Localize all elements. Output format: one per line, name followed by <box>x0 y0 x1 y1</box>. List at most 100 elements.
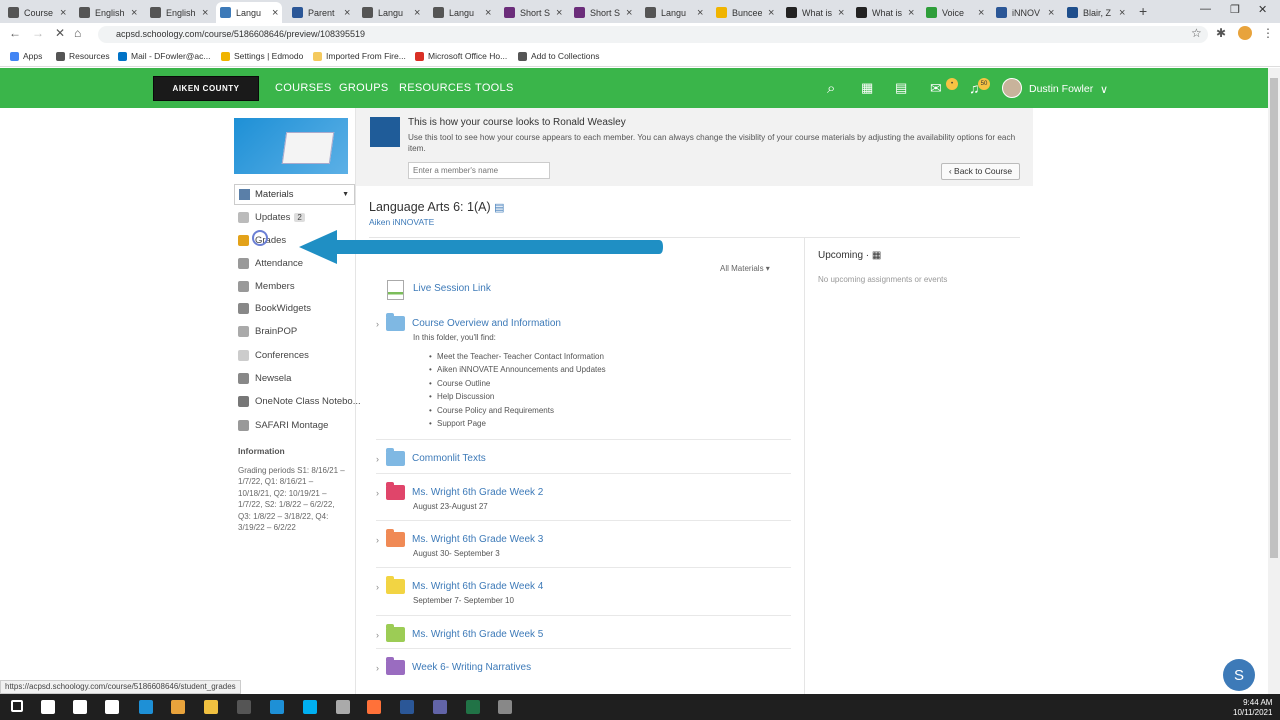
home-icon[interactable]: ⌂ <box>74 26 81 40</box>
stop-loading-icon[interactable]: ✕ <box>55 26 65 40</box>
tab-close-icon[interactable]: × <box>272 7 278 19</box>
material-folder[interactable]: › Commonlit Texts <box>376 448 486 466</box>
expand-chevron-icon[interactable]: › <box>376 454 386 464</box>
sidebar-item-members[interactable]: Members <box>238 279 295 293</box>
start-icon[interactable] <box>11 700 23 712</box>
minimize-icon[interactable]: — <box>1200 3 1211 15</box>
browser-tab[interactable]: Langu × <box>429 2 495 23</box>
messages-icon[interactable]: ✉ <box>930 80 942 97</box>
material-title[interactable]: Ms. Wright 6th Grade Week 2 <box>412 487 543 498</box>
material-title[interactable]: Ms. Wright 6th Grade Week 4 <box>412 581 543 592</box>
expand-chevron-icon[interactable]: › <box>376 535 386 545</box>
browser-tab[interactable]: Short S × <box>570 2 636 23</box>
user-avatar[interactable] <box>1002 78 1022 98</box>
browser-tab[interactable]: What is × <box>782 2 848 23</box>
mail-app-icon[interactable] <box>270 700 284 714</box>
tab-close-icon[interactable]: × <box>1119 7 1125 19</box>
bookmark-apps[interactable]: Apps <box>10 51 42 61</box>
browser-tab[interactable]: Parent × <box>288 2 354 23</box>
word-icon[interactable] <box>400 700 414 714</box>
material-title[interactable]: Commonlit Texts <box>412 453 486 464</box>
profile-avatar[interactable] <box>1238 26 1252 40</box>
search-icon[interactable]: ⌕ <box>827 80 835 97</box>
bookmark-microsoft-office[interactable]: Microsoft Office Ho... <box>415 51 507 61</box>
expand-chevron-icon[interactable]: › <box>376 663 386 673</box>
tab-close-icon[interactable]: × <box>344 7 350 19</box>
all-materials-filter[interactable]: All Materials ▾ <box>720 264 770 273</box>
nav-tools[interactable]: TOOLS <box>475 82 514 94</box>
browser-tab[interactable]: iNNOV × <box>992 2 1058 23</box>
sidebar-item-safari-montage[interactable]: SAFARI Montage <box>238 418 328 432</box>
url-field[interactable]: acpsd.schoology.com/course/5186608646/pr… <box>98 26 1208 43</box>
back-icon[interactable]: ← <box>9 26 21 40</box>
material-folder[interactable]: › Ms. Wright 6th Grade Week 4 <box>376 576 543 594</box>
materials-selector[interactable]: Materials ▼ <box>234 184 355 205</box>
skype-icon[interactable] <box>303 700 317 714</box>
sidebar-item-brainpop[interactable]: BrainPOP <box>238 324 297 338</box>
bookmark-star-icon[interactable]: ☆ <box>1191 26 1202 40</box>
bookmark-add-to-collections[interactable]: Add to Collections <box>518 51 600 61</box>
browser-tab[interactable]: Langu × <box>216 2 283 23</box>
user-menu-chevron-icon[interactable]: ∨ <box>1100 83 1108 96</box>
cortana-icon[interactable] <box>73 700 87 714</box>
obs-icon[interactable] <box>498 700 512 714</box>
member-name-input[interactable] <box>408 162 550 179</box>
chat-button[interactable]: S <box>1223 659 1255 691</box>
material-folder[interactable]: › Ms. Wright 6th Grade Week 3 <box>376 529 543 547</box>
sidebar-item-updates[interactable]: Updates 2 <box>238 210 305 224</box>
tab-close-icon[interactable]: × <box>626 7 632 19</box>
bookmark-resources[interactable]: Resources <box>56 51 110 61</box>
browser-tab[interactable]: Langu × <box>641 2 707 23</box>
nav-groups[interactable]: GROUPS <box>339 82 388 94</box>
system-clock[interactable]: 9:44 AM 10/11/2021 <box>1233 698 1272 718</box>
expand-chevron-icon[interactable]: › <box>376 319 386 329</box>
browser-tab[interactable]: What is × <box>852 2 918 23</box>
tab-close-icon[interactable]: × <box>697 7 703 19</box>
sidebar-item-onenote[interactable]: OneNote Class Notebo... <box>238 394 361 408</box>
tab-close-icon[interactable]: × <box>414 7 420 19</box>
bookmark-settings-edmodo[interactable]: Settings | Edmodo <box>221 51 303 61</box>
expand-chevron-icon[interactable]: › <box>376 582 386 592</box>
tab-close-icon[interactable]: × <box>978 7 984 19</box>
tab-close-icon[interactable]: × <box>485 7 491 19</box>
browser-tab[interactable]: Langu × <box>358 2 424 23</box>
calendar-small-icon[interactable]: ▦ <box>872 250 881 261</box>
teams-icon[interactable] <box>433 700 447 714</box>
course-subtitle[interactable]: Aiken iNNOVATE <box>369 217 434 227</box>
firefox-icon[interactable] <box>367 700 381 714</box>
browser-tab[interactable]: English × <box>75 2 141 23</box>
nav-resources[interactable]: RESOURCES <box>399 82 471 94</box>
expand-chevron-icon[interactable]: › <box>376 630 386 640</box>
tab-close-icon[interactable]: × <box>838 7 844 19</box>
calendar-icon[interactable]: ▤ <box>895 80 907 96</box>
sidebar-item-bookwidgets[interactable]: BookWidgets <box>238 301 311 315</box>
app-icon[interactable] <box>336 700 350 714</box>
tab-close-icon[interactable]: × <box>908 7 914 19</box>
browser-tab[interactable]: Blair, Z × <box>1063 2 1129 23</box>
sidebar-item-attendance[interactable]: Attendance <box>238 256 303 270</box>
browser-tab[interactable]: Course × <box>4 2 70 23</box>
browser-tab[interactable]: Buncee × <box>712 2 778 23</box>
browser-tab[interactable]: Short S × <box>500 2 566 23</box>
material-folder[interactable]: › Ms. Wright 6th Grade Week 5 <box>376 624 543 642</box>
search-icon[interactable] <box>41 700 55 714</box>
material-title[interactable]: Course Overview and Information <box>412 318 561 329</box>
tab-close-icon[interactable]: × <box>556 7 562 19</box>
material-folder[interactable]: › Ms. Wright 6th Grade Week 2 <box>376 482 543 500</box>
material-folder[interactable]: › Week 6- Writing Narratives <box>376 657 531 675</box>
material-title[interactable]: Week 6- Writing Narratives <box>412 662 531 673</box>
forward-icon[interactable]: → <box>32 26 44 40</box>
apps-grid-icon[interactable]: ▦ <box>861 80 873 96</box>
bookmark-mail[interactable]: Mail - DFowler@ac... <box>118 51 210 61</box>
material-title[interactable]: Live Session Link <box>413 283 491 294</box>
excel-icon[interactable] <box>466 700 480 714</box>
sidebar-item-conferences[interactable]: Conferences <box>238 348 309 362</box>
store-icon[interactable] <box>237 700 251 714</box>
close-window-icon[interactable]: ✕ <box>1258 3 1267 16</box>
bookmark-imported-from-firefox[interactable]: Imported From Fire... <box>313 51 406 61</box>
tab-close-icon[interactable]: × <box>131 7 137 19</box>
user-name[interactable]: Dustin Fowler <box>1029 83 1093 95</box>
aiken-county-logo[interactable]: AIKEN COUNTY <box>153 76 259 101</box>
material-folder[interactable]: › Course Overview and Information <box>376 313 561 331</box>
material-title[interactable]: Ms. Wright 6th Grade Week 5 <box>412 629 543 640</box>
